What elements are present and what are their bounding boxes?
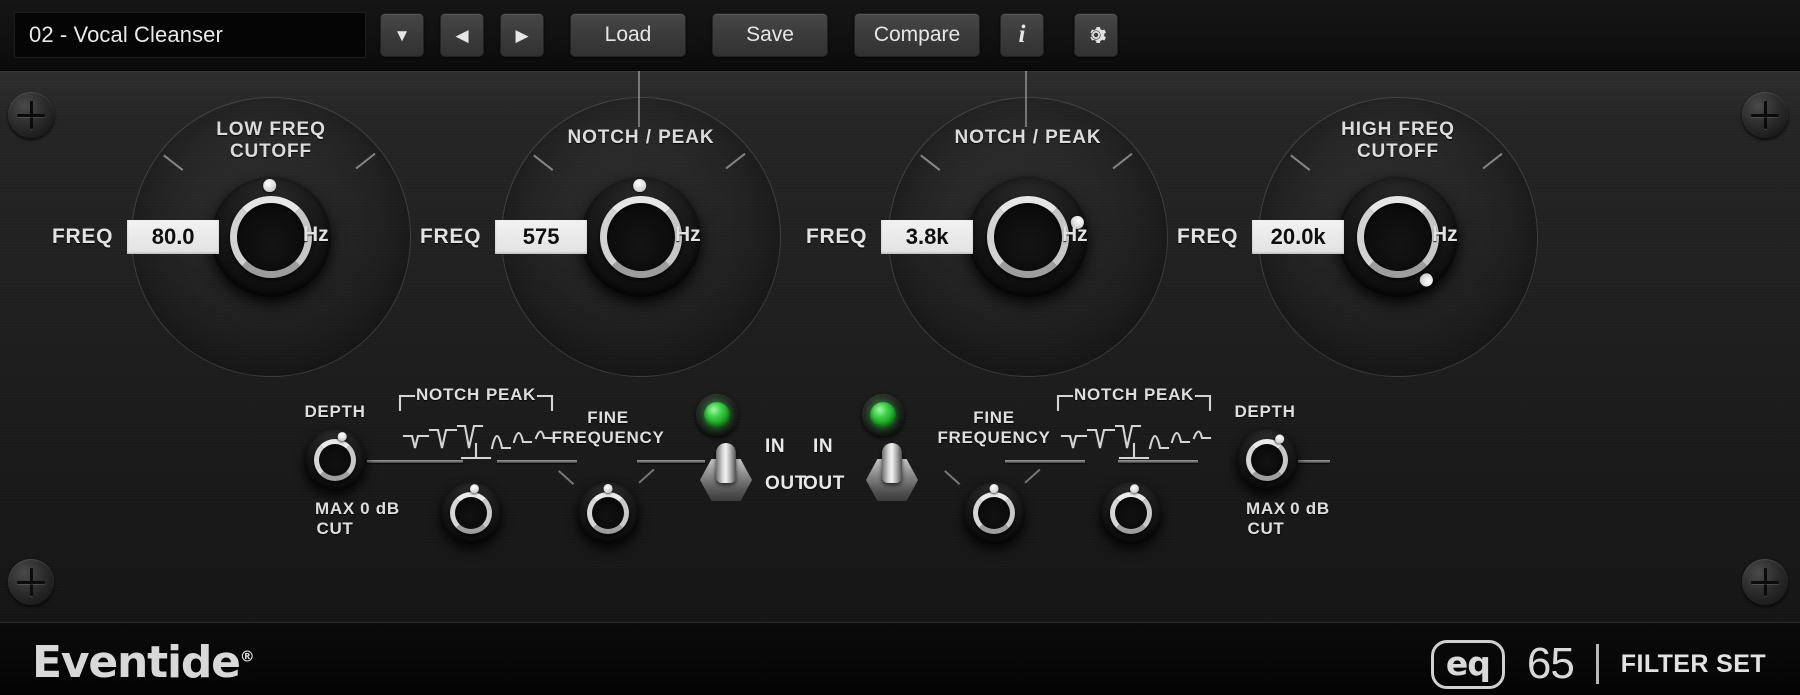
- notch-peak-left-value[interactable]: 575: [495, 220, 587, 254]
- model-number: 65: [1527, 639, 1574, 689]
- divider: [1596, 644, 1599, 684]
- fine-frequency-label-right: FINE FREQUENCY: [914, 408, 1074, 447]
- bypass-in-label-right: IN: [813, 436, 833, 458]
- depth-min-label-left: MAX CUT: [270, 499, 400, 538]
- notch-peak-left-knob[interactable]: [581, 177, 701, 297]
- save-button[interactable]: Save: [712, 13, 828, 57]
- registered-mark: ®: [240, 647, 255, 665]
- faceplate: LOW FREQ CUTOFF FREQ 80.0 Hz NOTCH / PEA…: [0, 71, 1800, 622]
- preset-previous-button[interactable]: ◀: [440, 13, 484, 57]
- peak-label-left: PEAK: [486, 385, 556, 405]
- freq-label: FREQ: [806, 225, 867, 249]
- freq-label: FREQ: [420, 225, 481, 249]
- knob-ring: [230, 196, 312, 278]
- bypass-led-right[interactable]: [862, 394, 904, 436]
- bypass-in-label-left: IN: [765, 436, 785, 458]
- high-freq-cutoff-knob[interactable]: [1338, 177, 1458, 297]
- bypass-toggle-left[interactable]: [700, 443, 752, 501]
- knob-ring: [987, 196, 1069, 278]
- preset-name-field[interactable]: 02 - Vocal Cleanser: [14, 12, 366, 58]
- knob-ring: [314, 439, 356, 481]
- high-freq-value[interactable]: 20.0k: [1252, 220, 1344, 254]
- low-freq-value[interactable]: 80.0: [127, 220, 219, 254]
- info-button[interactable]: i: [1000, 13, 1044, 57]
- shape-knob-left[interactable]: [440, 482, 502, 544]
- knob-ring: [600, 196, 682, 278]
- knob-ring: [1357, 196, 1439, 278]
- depth-min-label-right: MAX CUT: [1201, 499, 1331, 538]
- depth-knob-left[interactable]: [304, 429, 366, 491]
- model-badge: eq 65 FILTER SET: [1431, 639, 1766, 689]
- knob-ring: [1110, 492, 1152, 534]
- gear-icon: [1084, 23, 1108, 47]
- notch-peak-left-readout: FREQ 575: [420, 220, 587, 254]
- depth-label-left: DEPTH: [270, 402, 400, 422]
- connector-line: [1005, 460, 1085, 463]
- peak-label-right: PEAK: [1144, 385, 1214, 405]
- load-button[interactable]: Load: [570, 13, 686, 57]
- preset-name-text: 02 - Vocal Cleanser: [15, 22, 223, 48]
- eq-logo: eq: [1431, 640, 1505, 689]
- connector-line: [1118, 460, 1198, 463]
- notch-label-left: NOTCH: [400, 385, 480, 405]
- screw-top-right: [1742, 92, 1788, 138]
- freq-label: FREQ: [1177, 225, 1238, 249]
- depth-max-label-left: 0 dB: [340, 499, 420, 519]
- screw-bottom-right: [1742, 559, 1788, 605]
- brand-name: Eventide: [32, 637, 240, 688]
- knob-ring: [587, 492, 629, 534]
- settings-button[interactable]: [1074, 13, 1118, 57]
- freq-label: FREQ: [52, 225, 113, 249]
- chevron-down-icon: ▼: [394, 27, 411, 44]
- screw-top-left: [8, 92, 54, 138]
- footer-bar: Eventide® eq 65 FILTER SET: [0, 622, 1800, 695]
- toggle-lever: [716, 443, 736, 483]
- notch-peak-right-knob[interactable]: [968, 177, 1088, 297]
- preset-next-button[interactable]: ▶: [500, 13, 544, 57]
- connector-line: [367, 460, 463, 463]
- connector-line: [497, 460, 577, 463]
- knob-ring: [1246, 439, 1288, 481]
- notch-peak-scale-left: [396, 392, 556, 476]
- bypass-led-left[interactable]: [696, 394, 738, 436]
- knob-ring: [973, 492, 1015, 534]
- high-freq-readout: FREQ 20.0k: [1177, 220, 1344, 254]
- notch-label-right: NOTCH: [1058, 385, 1138, 405]
- led-indicator: [704, 402, 730, 428]
- notch-peak-right-readout: FREQ 3.8k: [806, 220, 973, 254]
- triangle-right-icon: ▶: [515, 27, 528, 44]
- bypass-out-label-left: OUT: [765, 473, 807, 495]
- led-indicator: [870, 402, 896, 428]
- depth-label-right: DEPTH: [1200, 402, 1330, 422]
- low-freq-cutoff-knob[interactable]: [211, 177, 331, 297]
- connector-line: [637, 460, 705, 463]
- triangle-left-icon: ◀: [455, 27, 468, 44]
- preset-toolbar: 02 - Vocal Cleanser ▼ ◀ ▶ Load Save Comp…: [0, 0, 1800, 71]
- fine-frequency-knob-left[interactable]: [577, 482, 639, 544]
- fine-frequency-knob-right[interactable]: [963, 482, 1025, 544]
- fine-frequency-label-left: FINE FREQUENCY: [528, 408, 688, 447]
- depth-max-label-right: 0 dB: [1270, 499, 1350, 519]
- preset-dropdown-button[interactable]: ▼: [380, 13, 424, 57]
- bypass-toggle-right[interactable]: [866, 443, 918, 501]
- screw-bottom-left: [8, 559, 54, 605]
- bypass-out-label-right: OUT: [803, 473, 845, 495]
- notch-peak-right-value[interactable]: 3.8k: [881, 220, 973, 254]
- toggle-lever: [882, 443, 902, 483]
- eventide-logo: Eventide®: [32, 637, 255, 688]
- eq65-plugin-window: 02 - Vocal Cleanser ▼ ◀ ▶ Load Save Comp…: [0, 0, 1800, 695]
- shape-knob-right[interactable]: [1100, 482, 1162, 544]
- model-variant: FILTER SET: [1621, 650, 1766, 679]
- notch-peak-scale-right: [1054, 392, 1214, 476]
- depth-knob-right[interactable]: [1236, 429, 1298, 491]
- knob-ring: [450, 492, 492, 534]
- info-icon: i: [1019, 21, 1026, 49]
- low-freq-readout: FREQ 80.0: [52, 220, 219, 254]
- compare-button[interactable]: Compare: [854, 13, 980, 57]
